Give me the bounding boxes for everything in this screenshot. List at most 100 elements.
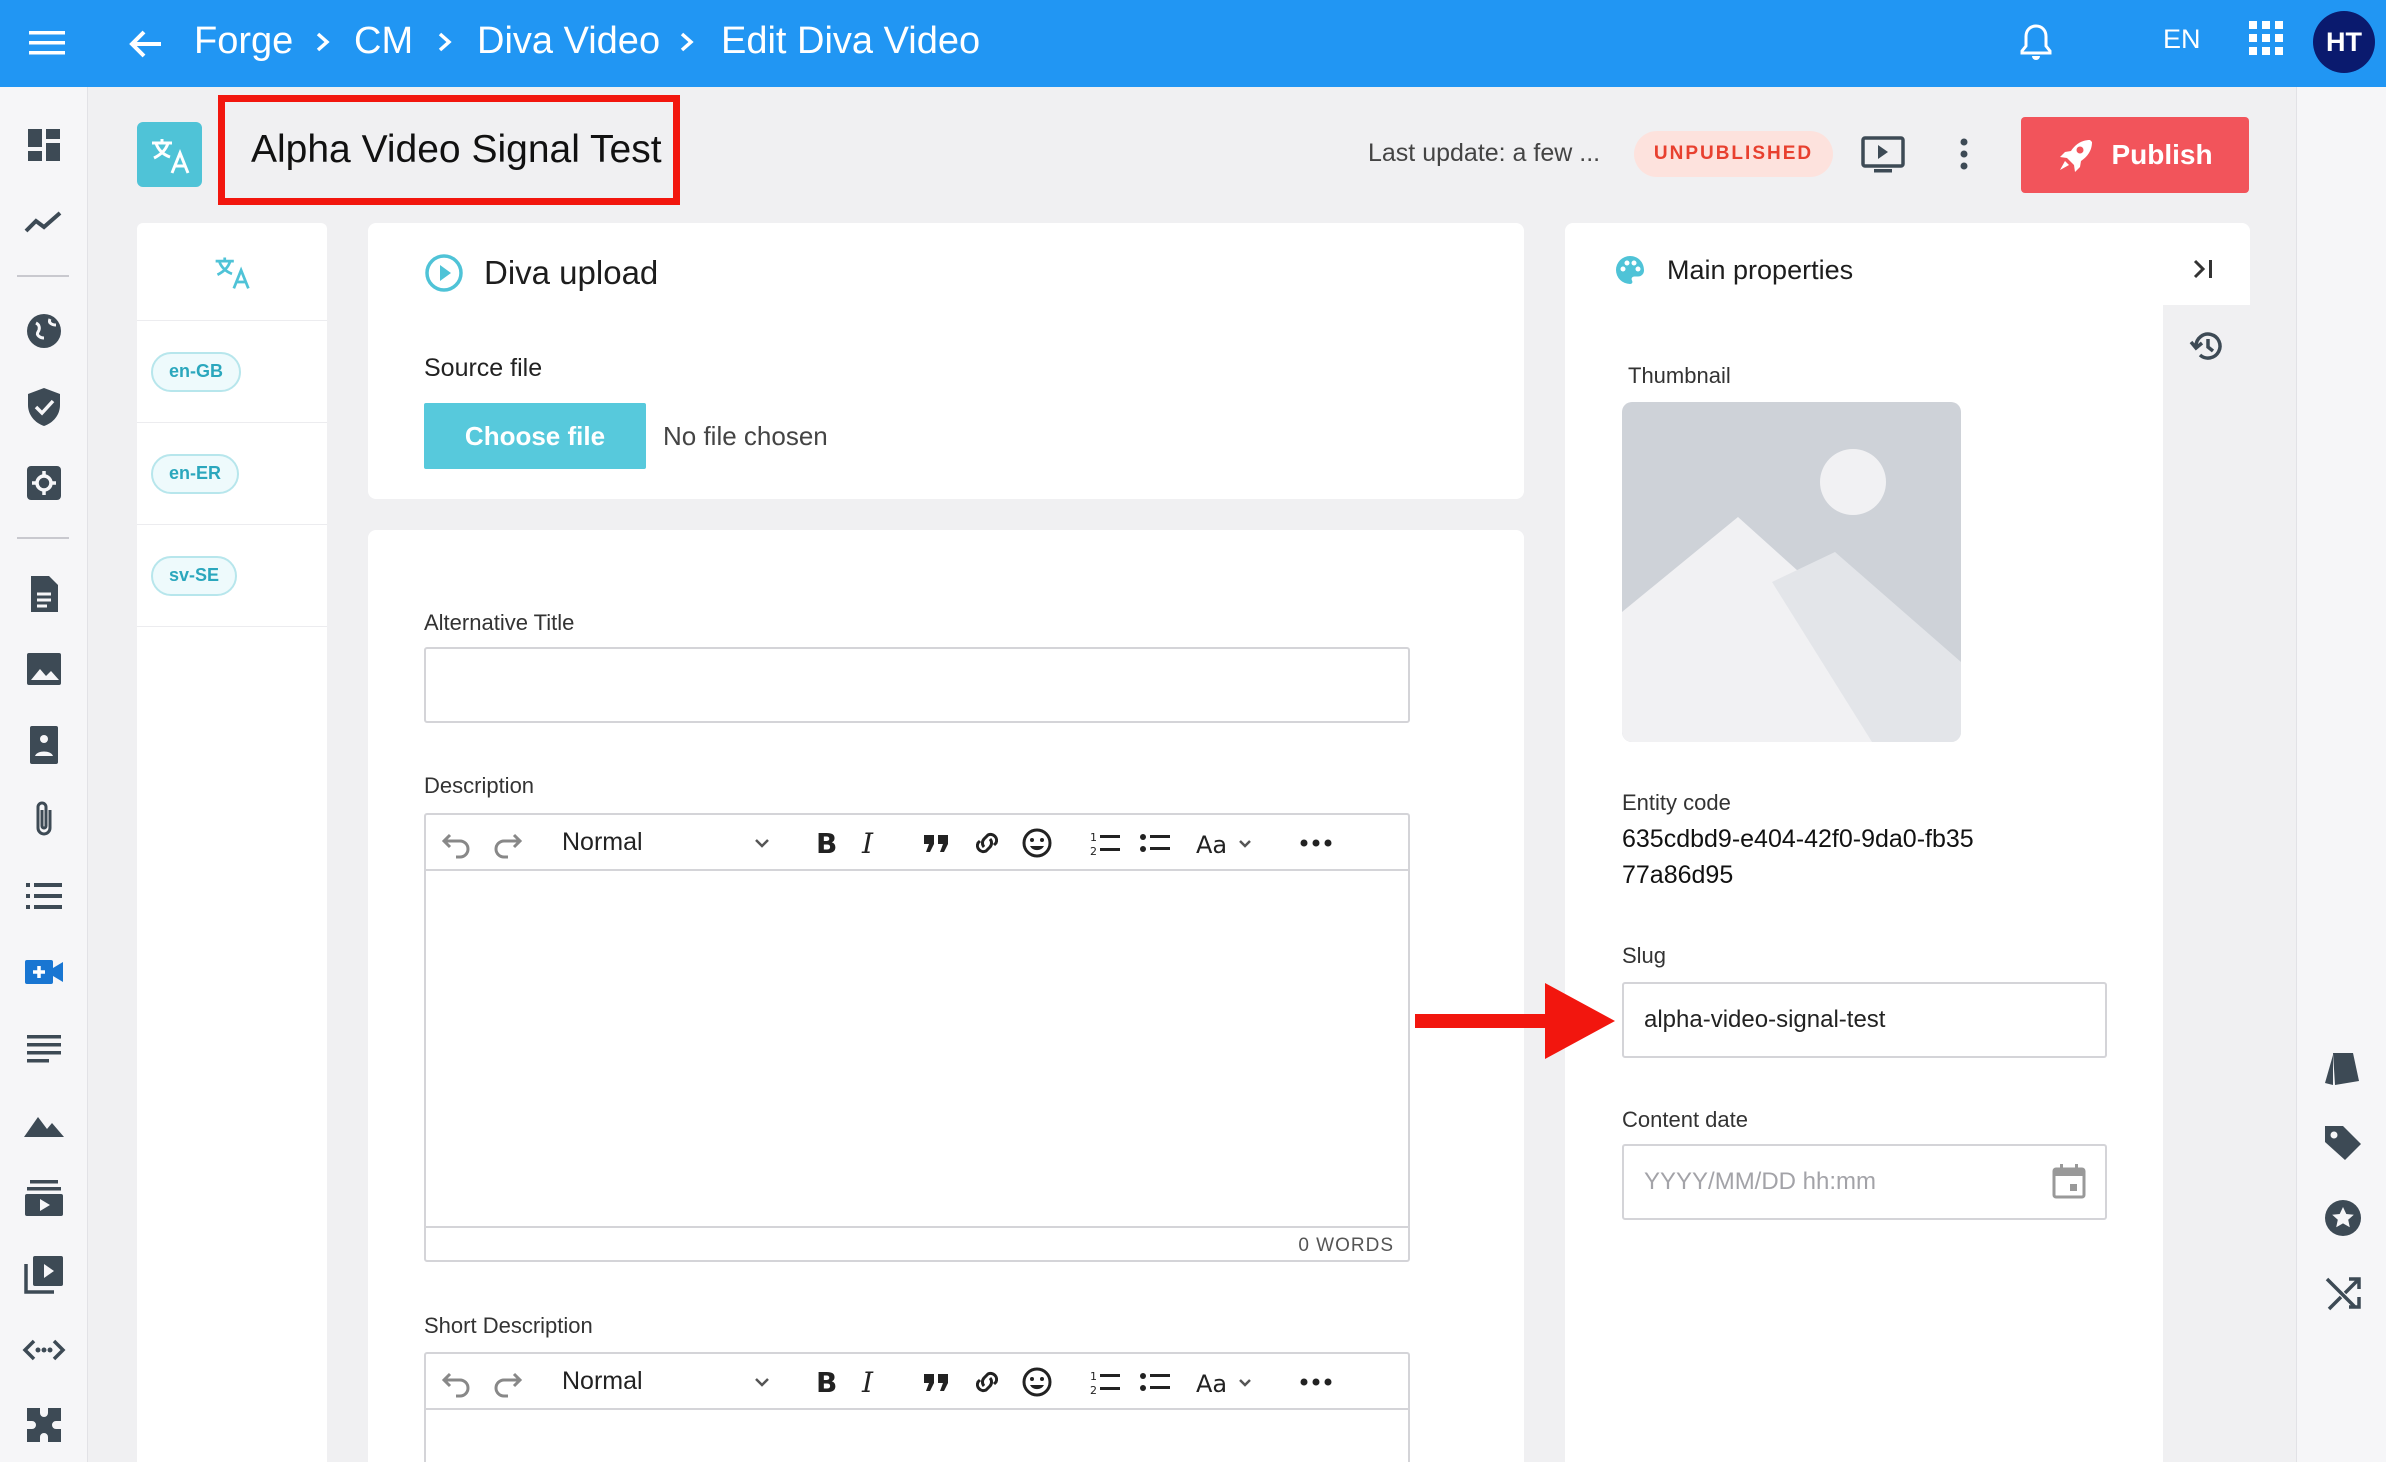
short-description-editor: Normal B I 12 Aa <box>424 1352 1410 1462</box>
short-description-content-area[interactable] <box>426 1410 1408 1462</box>
chevron-right-icon <box>438 32 452 52</box>
more-horizontal-icon[interactable] <box>1298 1366 1334 1398</box>
translate-icon <box>137 122 202 187</box>
preview-icon[interactable] <box>1860 132 1906 176</box>
text-lines-icon[interactable] <box>22 1025 66 1069</box>
entity-code-value: 635cdbd9-e404-42f0-9da0-fb3577a86d95 <box>1622 825 1974 889</box>
extension-icon[interactable] <box>22 1403 66 1447</box>
undo-icon[interactable] <box>440 1366 474 1398</box>
font-size-icon[interactable]: Aa <box>1194 1366 1258 1398</box>
dashboard-icon[interactable] <box>22 123 66 167</box>
photo-book-icon[interactable] <box>22 723 66 767</box>
svg-text:B: B <box>816 827 837 859</box>
italic-icon[interactable]: I <box>858 827 882 859</box>
video-library-icon[interactable] <box>22 1252 66 1296</box>
language-selector[interactable]: EN <box>2163 24 2201 55</box>
rocket-icon <box>2060 140 2093 172</box>
analytics-icon[interactable] <box>22 199 66 243</box>
more-horizontal-icon[interactable] <box>1298 827 1334 859</box>
emoji-icon[interactable] <box>1020 827 1054 859</box>
nav-divider <box>17 275 69 277</box>
language-column: en-GB en-ER sv-SE <box>137 223 327 1462</box>
shuffle-icon[interactable] <box>2321 1271 2365 1315</box>
breadcrumb-diva-video[interactable]: Diva Video <box>477 18 660 64</box>
collapse-panel-icon[interactable] <box>2185 251 2221 287</box>
language-header <box>137 223 327 321</box>
quote-icon[interactable] <box>920 827 954 859</box>
shield-icon[interactable] <box>22 385 66 429</box>
undo-icon[interactable] <box>440 827 474 859</box>
emoji-icon[interactable] <box>1020 1366 1054 1398</box>
history-icon[interactable] <box>2188 327 2226 365</box>
breadcrumb-cm[interactable]: CM <box>354 18 413 64</box>
description-content-area[interactable]: 0 WORDS <box>426 871 1408 1260</box>
link-icon[interactable] <box>970 1366 1004 1398</box>
choose-file-button[interactable]: Choose file <box>424 403 646 469</box>
top-app-bar: Forge CM Diva Video Edit Diva Video EN H… <box>0 0 2386 87</box>
language-chip-en-gb[interactable]: en-GB <box>151 351 241 392</box>
play-circle-icon <box>425 254 463 292</box>
font-size-icon[interactable]: Aa <box>1194 827 1258 859</box>
bold-icon[interactable]: B <box>812 1366 842 1398</box>
ordered-list-icon[interactable]: 12 <box>1088 827 1122 859</box>
text-style-dropdown[interactable]: Normal <box>562 1367 643 1396</box>
form-card: Alternative Title Description Normal B I… <box>368 530 1524 1462</box>
language-row: en-ER <box>137 423 327 525</box>
bell-icon[interactable] <box>2014 20 2058 64</box>
chevron-right-icon <box>316 32 330 52</box>
language-chip-sv-se[interactable]: sv-SE <box>151 555 238 596</box>
content-date-label: Content date <box>1622 1107 1748 1132</box>
document-icon[interactable] <box>22 572 66 616</box>
redo-icon[interactable] <box>490 827 524 859</box>
back-arrow-icon[interactable] <box>124 22 168 66</box>
source-file-label: Source file <box>424 354 543 382</box>
slug-input[interactable]: alpha-video-signal-test <box>1622 982 2107 1058</box>
bullet-list-icon[interactable] <box>1138 827 1172 859</box>
content-date-input[interactable]: YYYY/MM/DD hh:mm <box>1622 1144 2107 1220</box>
breadcrumb-forge[interactable]: Forge <box>194 18 293 64</box>
settings-icon[interactable] <box>22 461 66 505</box>
italic-icon[interactable]: I <box>858 1366 882 1398</box>
list-icon[interactable] <box>22 874 66 918</box>
thumbnail-placeholder[interactable] <box>1622 402 1961 742</box>
svg-text:I: I <box>861 1366 874 1398</box>
video-add-icon[interactable] <box>22 950 66 994</box>
alt-title-input[interactable] <box>424 647 1410 723</box>
redo-icon[interactable] <box>490 1366 524 1398</box>
word-count-bar <box>426 1226 1408 1260</box>
apps-grid-icon[interactable] <box>2246 18 2286 58</box>
landscape-icon[interactable] <box>22 1101 66 1145</box>
svg-text:I: I <box>861 827 874 859</box>
short-description-toolbar: Normal B I 12 Aa <box>426 1354 1408 1410</box>
publish-button[interactable]: Publish <box>2021 117 2249 193</box>
tag-icon[interactable] <box>2321 1120 2365 1164</box>
text-style-dropdown[interactable]: Normal <box>562 828 643 857</box>
quote-icon[interactable] <box>920 1366 954 1398</box>
alt-title-label: Alternative Title <box>424 610 575 635</box>
properties-header: Main properties <box>1613 253 1853 287</box>
bullet-list-icon[interactable] <box>1138 1366 1172 1398</box>
user-avatar[interactable]: HT <box>2313 11 2375 73</box>
image-icon[interactable] <box>22 647 66 691</box>
left-navigation <box>0 87 88 1462</box>
palette-cards-icon[interactable] <box>2321 1045 2365 1089</box>
playlist-icon[interactable] <box>22 1176 66 1220</box>
properties-panel: Main properties Thumbnail Entity code 63… <box>1565 223 2250 1462</box>
calendar-icon[interactable] <box>2049 1162 2089 1202</box>
language-chip-en-er[interactable]: en-ER <box>151 453 240 494</box>
attachment-icon[interactable] <box>22 798 66 842</box>
thumbnail-label: Thumbnail <box>1628 363 1731 388</box>
more-vertical-icon[interactable] <box>1946 132 1982 176</box>
menu-icon[interactable] <box>22 22 72 64</box>
entity-code-label: Entity code <box>1622 790 1731 815</box>
link-icon[interactable] <box>970 827 1004 859</box>
code-icon[interactable] <box>22 1328 66 1372</box>
chevron-right-icon <box>680 32 694 52</box>
ordered-list-icon[interactable]: 12 <box>1088 1366 1122 1398</box>
star-icon[interactable] <box>2321 1196 2365 1240</box>
globe-icon[interactable] <box>22 309 66 353</box>
bold-icon[interactable]: B <box>812 827 842 859</box>
language-row: en-GB <box>137 321 327 423</box>
page-title: Alpha Video Signal Test <box>251 128 662 171</box>
svg-text:Aa: Aa <box>1196 1370 1227 1398</box>
